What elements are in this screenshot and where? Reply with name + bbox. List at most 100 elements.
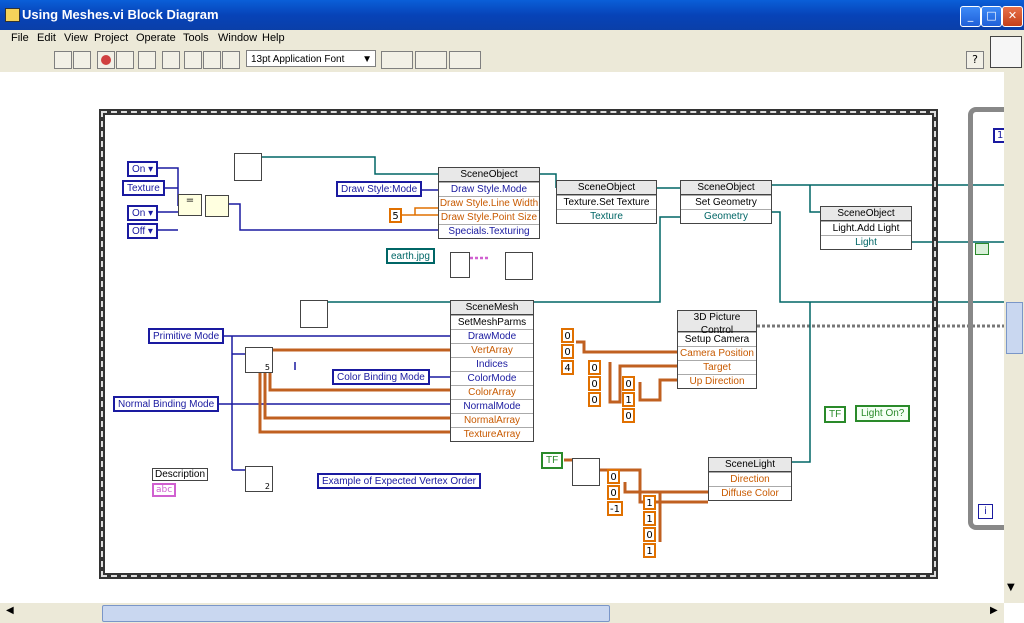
param-color-array[interactable]: ColorArray: [451, 385, 533, 399]
vertical-scrollbar[interactable]: ▼: [1004, 72, 1024, 603]
scene-mesh-invoke-node[interactable]: SceneMesh SetMeshParms DrawMode VertArra…: [450, 300, 534, 442]
param-normal-array[interactable]: NormalArray: [451, 413, 533, 427]
cam-pos-z[interactable]: 4: [561, 360, 574, 375]
menu-edit[interactable]: Edit: [37, 32, 56, 44]
create-object-icon[interactable]: [234, 153, 262, 181]
draw-on-ring[interactable]: On ▾: [127, 161, 159, 177]
create-mesh-icon[interactable]: [300, 300, 328, 328]
menu-view[interactable]: View: [64, 32, 88, 44]
help-button[interactable]: ?: [966, 51, 984, 69]
property-diffuse-color[interactable]: Diffuse Color: [709, 486, 791, 500]
param-normal-mode[interactable]: NormalMode: [451, 399, 533, 413]
tf-constant-2[interactable]: TF: [541, 452, 564, 469]
primitive-mode-control[interactable]: Primitive Mode: [148, 328, 225, 344]
scene-object-geometry-invoke-node[interactable]: SceneObject Set Geometry Geometry: [680, 180, 772, 224]
param-texture-array[interactable]: TextureArray: [451, 427, 533, 441]
picture-control-invoke-node[interactable]: 3D Picture Control Setup Camera Camera P…: [677, 310, 757, 389]
maximize-button[interactable]: □: [981, 6, 1002, 27]
property-texturing[interactable]: Specials.Texturing: [439, 224, 539, 238]
param-up-direction[interactable]: Up Direction: [678, 374, 756, 388]
param-vert-array[interactable]: VertArray: [451, 343, 533, 357]
color-binding-mode-control[interactable]: Color Binding Mode: [332, 369, 430, 385]
cam-pos-x[interactable]: 0: [561, 328, 574, 343]
distribute-objects-icon[interactable]: [415, 51, 447, 69]
param-texture[interactable]: Texture: [557, 209, 656, 223]
scene-object-texture-invoke-node[interactable]: SceneObject Texture.Set Texture Texture: [556, 180, 657, 224]
create-texture-icon[interactable]: [505, 252, 533, 280]
create-light-icon[interactable]: [572, 458, 600, 486]
property-line-width[interactable]: Draw Style.Line Width: [439, 196, 539, 210]
property-point-size[interactable]: Draw Style.Point Size: [439, 210, 539, 224]
on-ring[interactable]: On ▾: [127, 205, 159, 221]
earth-file-path-constant[interactable]: earth.jpg: [386, 248, 435, 264]
scene-object-property-node[interactable]: SceneObject Draw Style.Mode Draw Style.L…: [438, 167, 540, 239]
texture-constant[interactable]: Texture: [122, 180, 165, 196]
step-out-icon[interactable]: [222, 51, 240, 69]
minimize-button[interactable]: _: [960, 6, 981, 27]
select-function-icon[interactable]: [205, 195, 229, 217]
up-z[interactable]: 0: [622, 408, 635, 423]
off-ring[interactable]: Off ▾: [127, 223, 158, 239]
up-y[interactable]: 1: [622, 392, 635, 407]
tf-constant[interactable]: TF: [824, 406, 847, 423]
param-indices[interactable]: Indices: [451, 357, 533, 371]
property-draw-style-mode[interactable]: Draw Style.Mode: [439, 182, 539, 196]
param-target[interactable]: Target: [678, 360, 756, 374]
vertical-scroll-thumb[interactable]: [1006, 302, 1023, 354]
run-continuously-icon[interactable]: [73, 51, 91, 69]
align-objects-icon[interactable]: [381, 51, 413, 69]
step-into-icon[interactable]: [184, 51, 202, 69]
direction-z[interactable]: -1: [607, 501, 623, 516]
method-set-texture[interactable]: Texture.Set Texture: [557, 195, 656, 209]
direction-y[interactable]: 0: [607, 485, 620, 500]
cam-pos-y[interactable]: 0: [561, 344, 574, 359]
run-arrow-icon[interactable]: [54, 51, 72, 69]
param-draw-mode[interactable]: DrawMode: [451, 329, 533, 343]
scroll-left-arrow-icon[interactable]: ◀: [6, 605, 14, 616]
menu-project[interactable]: Project: [94, 32, 128, 44]
subvi-vertex-icon[interactable]: 5: [245, 347, 273, 373]
while-loop-frame[interactable]: 10 i: [968, 107, 1004, 530]
subvi-vertex-order-icon[interactable]: 2: [245, 466, 273, 492]
diffuse-b[interactable]: 0: [643, 527, 656, 542]
point-size-constant[interactable]: 5: [389, 208, 402, 223]
font-selector[interactable]: 13pt Application Font ▼: [246, 50, 376, 67]
method-setup-camera[interactable]: Setup Camera: [678, 332, 756, 346]
horizontal-scrollbar[interactable]: ◀ ▶: [0, 603, 1004, 623]
menu-file[interactable]: File: [11, 32, 29, 44]
target-y[interactable]: 0: [588, 376, 601, 391]
menu-window[interactable]: Window: [218, 32, 257, 44]
param-color-mode[interactable]: ColorMode: [451, 371, 533, 385]
step-over-icon[interactable]: [203, 51, 221, 69]
param-geometry[interactable]: Geometry: [681, 209, 771, 223]
method-add-light[interactable]: Light.Add Light: [821, 221, 911, 235]
vi-icon[interactable]: [990, 36, 1022, 68]
equal-function-icon[interactable]: =: [178, 194, 202, 216]
property-direction[interactable]: Direction: [709, 472, 791, 486]
draw-style-mode-control[interactable]: Draw Style:Mode: [336, 181, 423, 197]
method-set-mesh-parms[interactable]: SetMeshParms: [451, 315, 533, 329]
menu-operate[interactable]: Operate: [136, 32, 176, 44]
retain-wire-values-icon[interactable]: [162, 51, 180, 69]
scroll-right-arrow-icon[interactable]: ▶: [990, 605, 998, 616]
target-x[interactable]: 0: [588, 360, 601, 375]
highlight-execution-icon[interactable]: [138, 51, 156, 69]
horizontal-scroll-thumb[interactable]: [102, 605, 610, 622]
diffuse-a[interactable]: 1: [643, 543, 656, 558]
param-camera-position[interactable]: Camera Position: [678, 346, 756, 360]
abort-icon[interactable]: [97, 51, 115, 69]
read-jpeg-icon[interactable]: [450, 252, 470, 278]
pause-icon[interactable]: [116, 51, 134, 69]
scene-light-property-node[interactable]: SceneLight Direction Diffuse Color: [708, 457, 792, 501]
reorder-icon[interactable]: [449, 51, 481, 69]
up-x[interactable]: 0: [622, 376, 635, 391]
scene-object-light-invoke-node[interactable]: SceneObject Light.Add Light Light: [820, 206, 912, 250]
close-button[interactable]: ✕: [1002, 6, 1023, 27]
param-light[interactable]: Light: [821, 235, 911, 249]
diffuse-r[interactable]: 1: [643, 495, 656, 510]
target-z[interactable]: 0: [588, 392, 601, 407]
diffuse-g[interactable]: 1: [643, 511, 656, 526]
normal-binding-mode-control[interactable]: Normal Binding Mode: [113, 396, 220, 412]
menu-tools[interactable]: Tools: [183, 32, 209, 44]
method-set-geometry[interactable]: Set Geometry: [681, 195, 771, 209]
